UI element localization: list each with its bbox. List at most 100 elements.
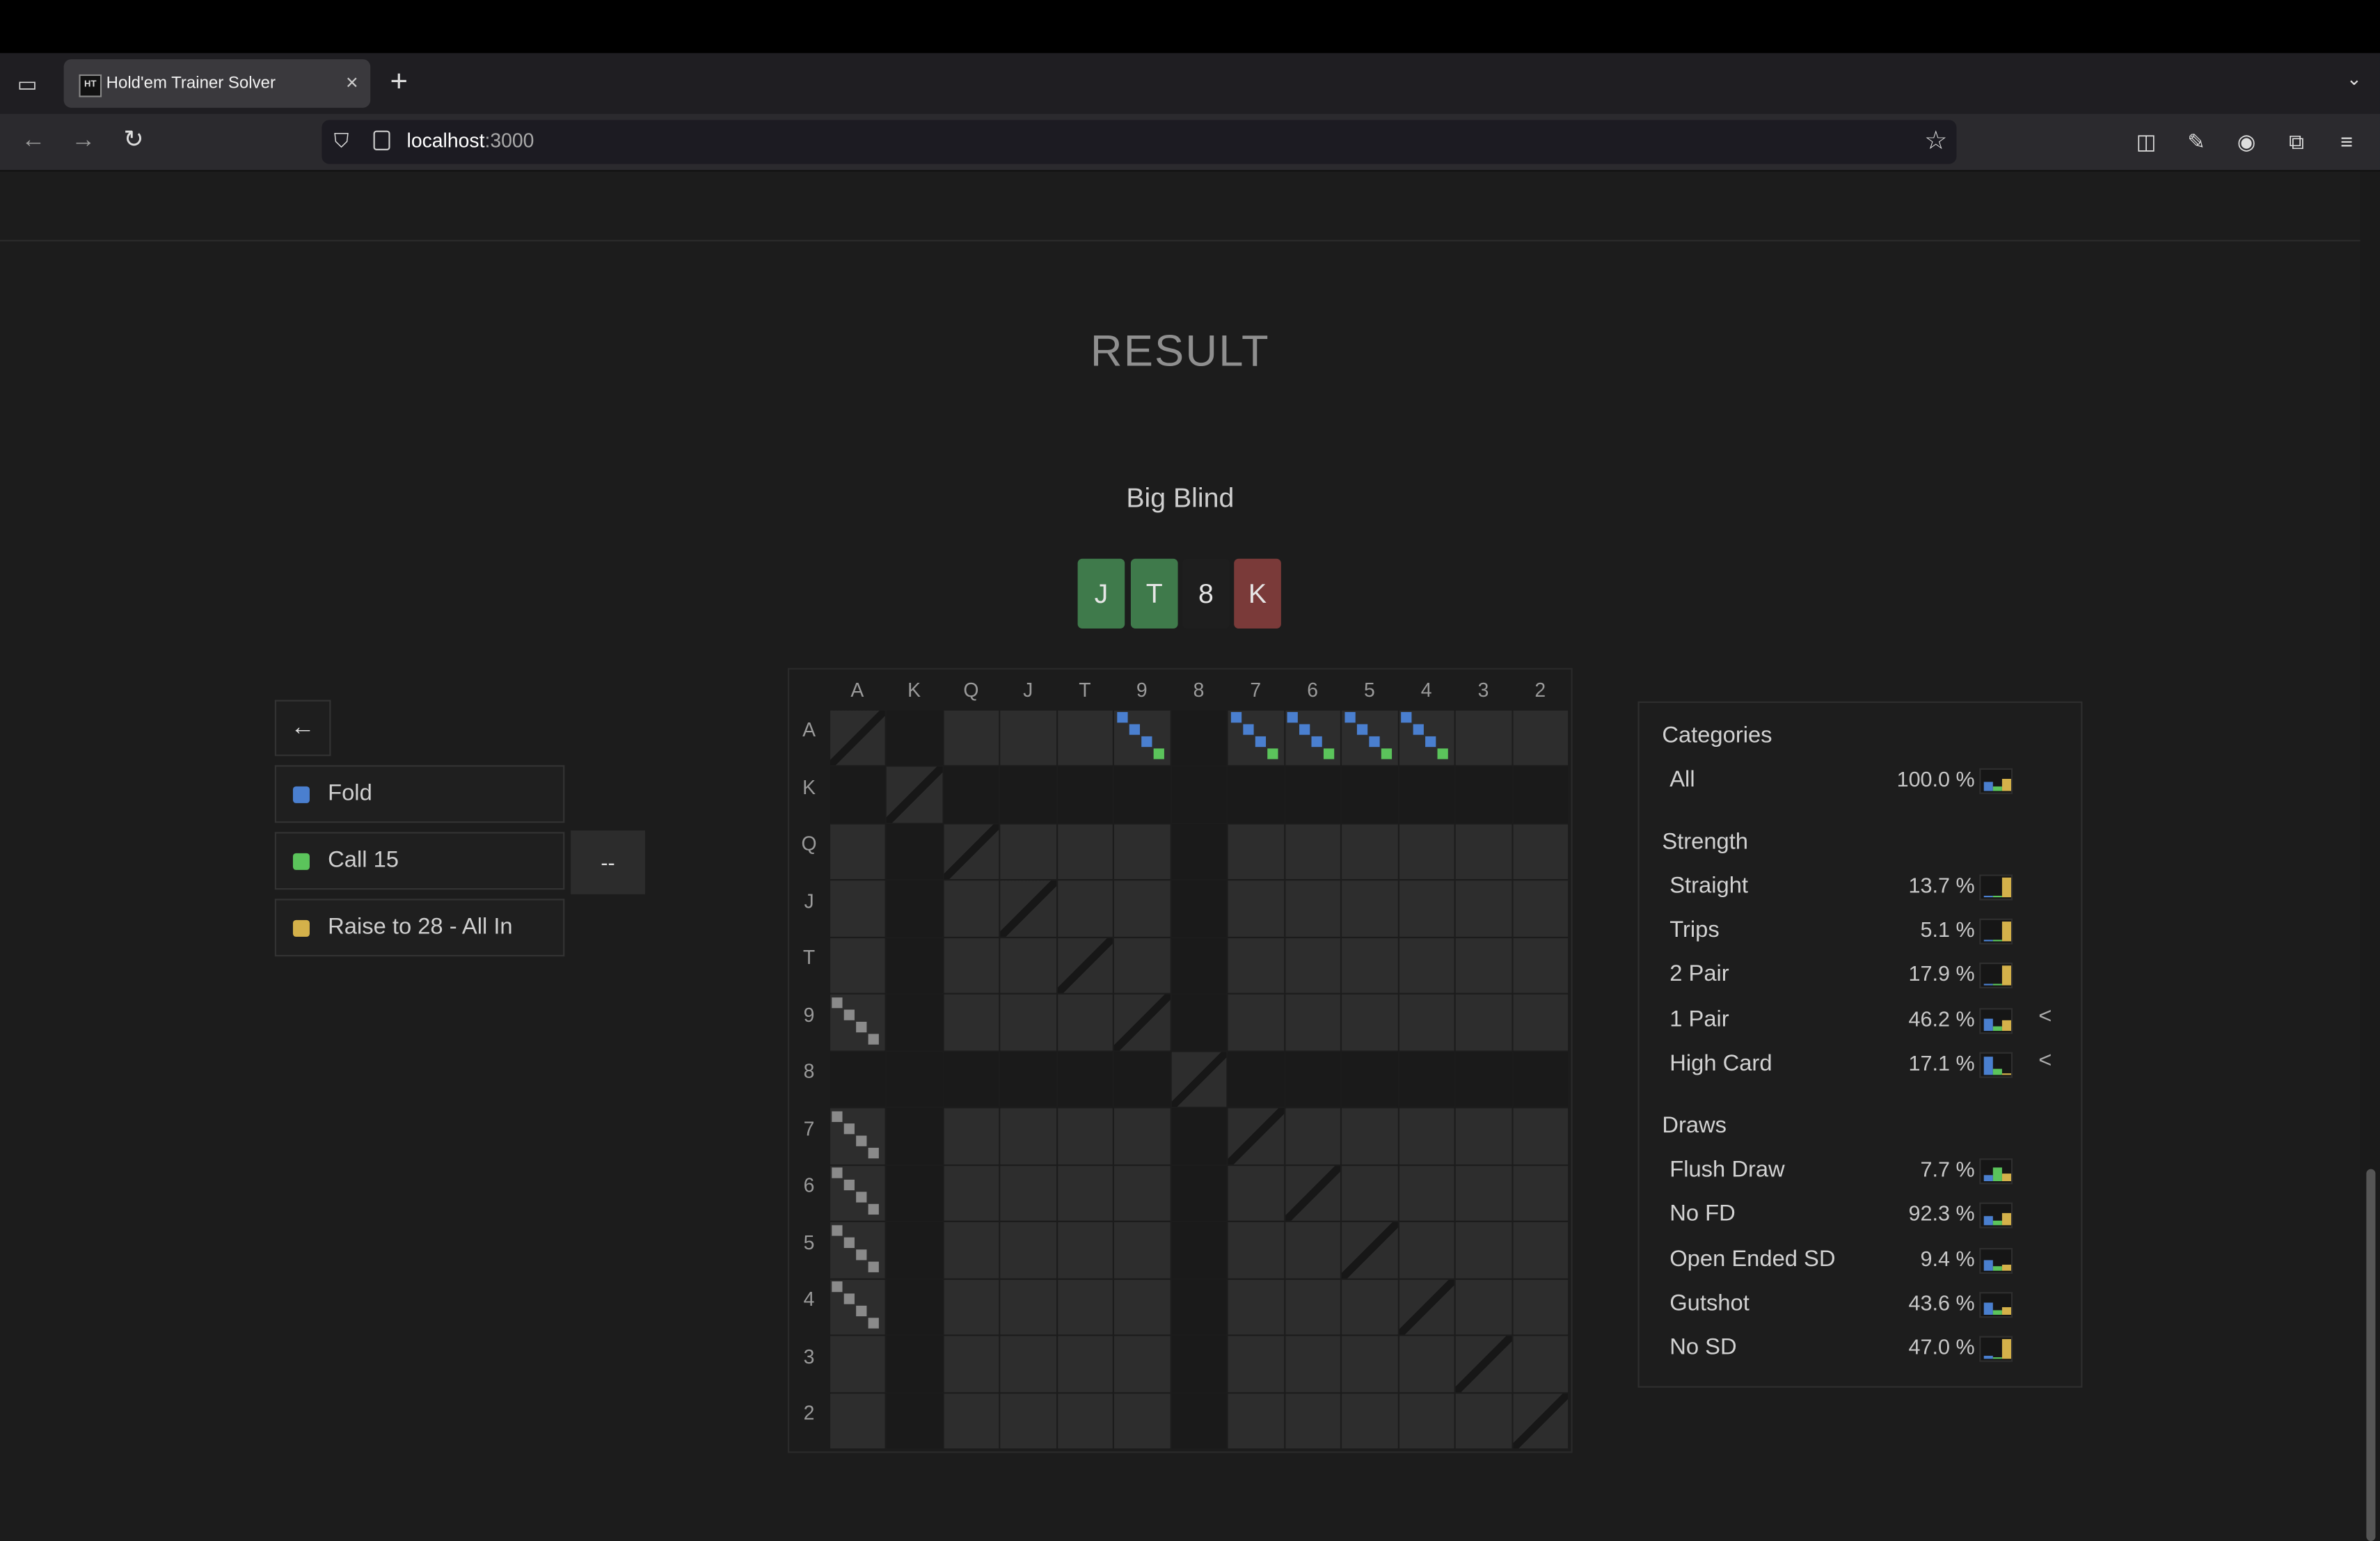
hand-cell[interactable] (886, 709, 942, 766)
hand-cell[interactable] (1512, 1222, 1569, 1278)
hand-cell[interactable] (1113, 766, 1170, 823)
hand-cell[interactable] (1512, 1393, 1569, 1448)
hand-cell[interactable] (1000, 994, 1056, 1050)
hand-cell[interactable] (1398, 766, 1454, 823)
hand-cell[interactable] (829, 1336, 885, 1392)
hand-cell[interactable] (1000, 1108, 1056, 1164)
chevron-down-icon[interactable]: ⌄ (2347, 68, 2362, 90)
action-fold[interactable]: Fold (274, 765, 565, 823)
hand-cell[interactable] (1057, 823, 1113, 879)
hand-cell[interactable] (1171, 823, 1227, 879)
hand-cell[interactable] (943, 1279, 999, 1335)
hand-cell[interactable] (1455, 823, 1512, 879)
hand-cell[interactable] (943, 709, 999, 766)
hand-cell[interactable] (1057, 1108, 1113, 1164)
hand-cell[interactable] (886, 823, 942, 879)
hand-cell[interactable] (1285, 994, 1340, 1050)
hand-cell[interactable] (1398, 1051, 1454, 1107)
hand-cell[interactable] (1285, 1393, 1340, 1448)
hand-cell[interactable] (1342, 1165, 1397, 1221)
hand-cell[interactable] (1113, 1279, 1170, 1335)
hand-cell[interactable] (1113, 1051, 1170, 1107)
hand-cell[interactable] (1285, 1336, 1340, 1392)
hand-cell[interactable] (886, 1222, 942, 1278)
action-call[interactable]: Call 15 (274, 832, 565, 890)
hand-cell[interactable] (1057, 1165, 1113, 1221)
hand-cell[interactable] (1455, 766, 1512, 823)
hand-cell[interactable] (1398, 994, 1454, 1050)
hand-cell[interactable] (1342, 1336, 1397, 1392)
hand-cell[interactable] (886, 1165, 942, 1221)
hand-cell[interactable] (1455, 1051, 1512, 1107)
hand-cell[interactable] (943, 1108, 999, 1164)
hand-cell[interactable] (1228, 994, 1284, 1050)
hand-cell[interactable] (1000, 823, 1056, 879)
hand-cell[interactable] (1057, 709, 1113, 766)
hand-cell[interactable] (1057, 994, 1113, 1050)
hand-cell[interactable] (1228, 1165, 1284, 1221)
hand-cell[interactable] (1512, 937, 1569, 993)
hand-cell[interactable] (829, 1393, 885, 1448)
hand-cell[interactable] (829, 823, 885, 879)
hand-cell[interactable] (1000, 1222, 1056, 1278)
hand-cell[interactable] (1228, 766, 1284, 823)
hand-cell[interactable] (1512, 880, 1569, 936)
hand-cell[interactable] (1057, 1051, 1113, 1107)
hand-cell[interactable] (1057, 1222, 1113, 1278)
hand-cell[interactable] (1057, 1336, 1113, 1392)
hand-cell[interactable] (943, 1336, 999, 1392)
hand-cell[interactable] (1342, 937, 1397, 993)
hand-cell[interactable] (1000, 709, 1056, 766)
hand-cell[interactable] (943, 1222, 999, 1278)
hand-cell[interactable] (1000, 937, 1056, 993)
action-raise[interactable]: Raise to 28 - All In (274, 899, 565, 957)
hand-cell[interactable] (886, 880, 942, 936)
category-row[interactable]: Trips 5.1 % (1669, 914, 2067, 947)
tab-active[interactable]: HT Hold'em Trainer Solver × (63, 59, 371, 108)
hand-cell[interactable] (1228, 1336, 1284, 1392)
extensions-icon[interactable]: ⧉ (2283, 127, 2310, 155)
hand-cell[interactable] (1000, 1051, 1056, 1107)
hand-cell[interactable] (1228, 937, 1284, 993)
hand-cell[interactable] (1342, 1051, 1397, 1107)
hand-cell[interactable] (1171, 709, 1227, 766)
back-arrow-icon[interactable]: ← (18, 126, 49, 157)
hand-cell[interactable] (1000, 766, 1056, 823)
back-button[interactable]: ← (274, 700, 331, 757)
reload-icon[interactable]: ↻ (118, 126, 149, 157)
wrench-icon[interactable]: ✎ (2182, 127, 2210, 155)
shield-icon[interactable]: ⛉ (334, 129, 349, 153)
hand-cell[interactable] (1228, 823, 1284, 879)
hand-cell[interactable] (1512, 766, 1569, 823)
hand-cell[interactable] (1228, 1279, 1284, 1335)
hand-cell[interactable] (1171, 1165, 1227, 1221)
hand-cell[interactable] (1057, 1393, 1113, 1448)
hand-cell[interactable] (1113, 1165, 1170, 1221)
hand-cell[interactable] (1342, 766, 1397, 823)
hand-cell[interactable] (1398, 1165, 1454, 1221)
close-icon[interactable]: × (346, 70, 358, 94)
hand-cell[interactable] (1512, 1279, 1569, 1335)
hand-cell[interactable] (1455, 1393, 1512, 1448)
hand-cell[interactable] (1455, 994, 1512, 1050)
hand-cell[interactable] (1512, 1165, 1569, 1221)
hand-cell[interactable] (1398, 880, 1454, 936)
url-bar[interactable]: ⛉ localhost:3000 ☆ (322, 120, 1957, 164)
hand-cell[interactable] (1171, 1222, 1227, 1278)
hand-cell[interactable] (943, 937, 999, 993)
category-row[interactable]: Gutshot 43.6 % (1669, 1288, 2067, 1321)
hand-cell[interactable] (943, 994, 999, 1050)
category-row[interactable]: Open Ended SD 9.4 % (1669, 1243, 2067, 1277)
expand-arrow-icon[interactable]: < (2038, 1004, 2052, 1029)
hand-cell[interactable] (943, 1165, 999, 1221)
hand-cell[interactable] (1455, 1165, 1512, 1221)
hand-cell[interactable] (829, 937, 885, 993)
hand-cell[interactable] (1171, 766, 1227, 823)
hand-cell[interactable] (1455, 880, 1512, 936)
hand-cell[interactable] (1228, 1393, 1284, 1448)
expand-arrow-icon[interactable]: < (2038, 1048, 2052, 1073)
hand-cell[interactable] (1228, 880, 1284, 936)
account-icon[interactable]: ◉ (2232, 127, 2260, 155)
hand-cell[interactable] (1057, 880, 1113, 936)
hand-cell[interactable] (1000, 1393, 1056, 1448)
